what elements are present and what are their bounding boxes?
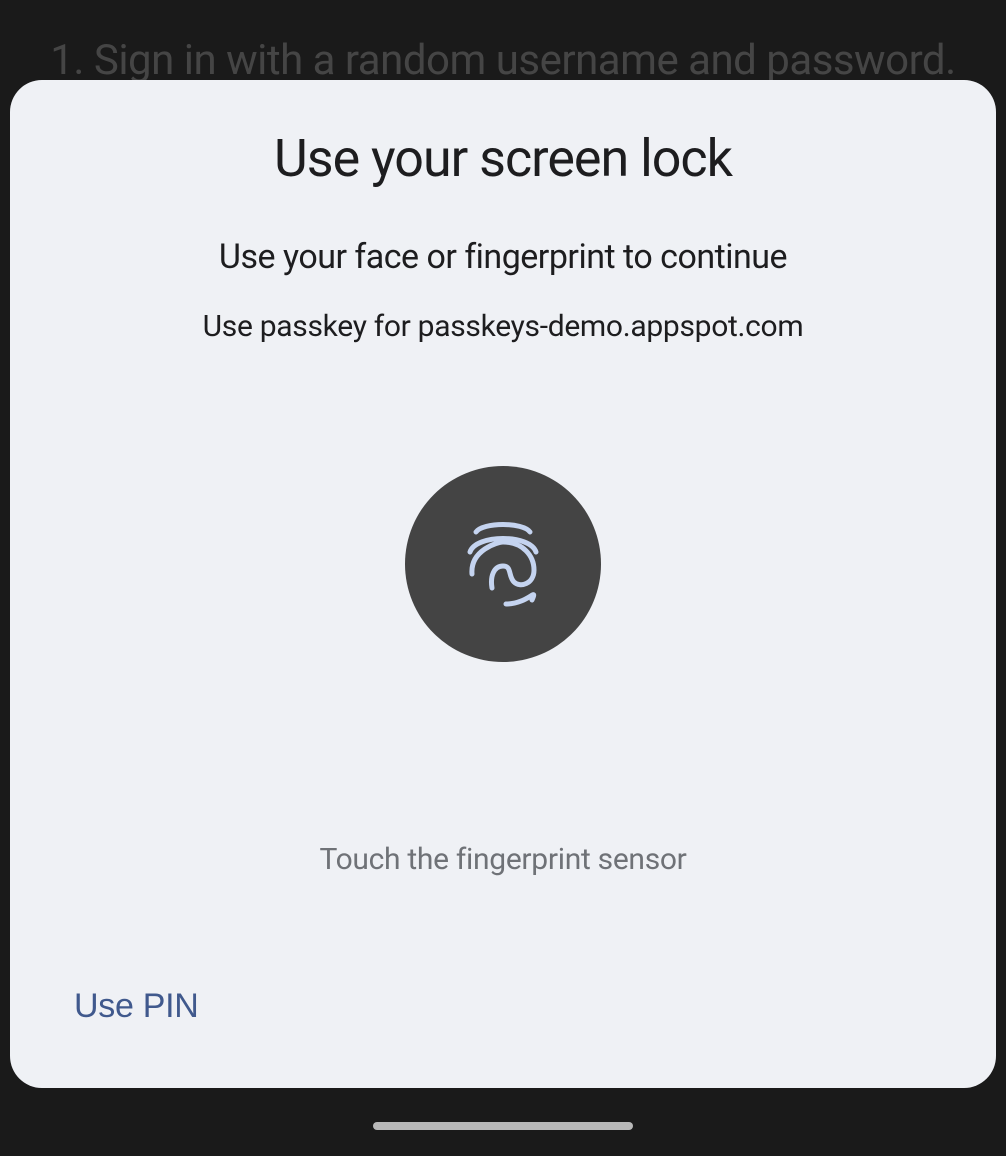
use-pin-button[interactable]: Use PIN bbox=[74, 987, 199, 1026]
dialog-context: Use passkey for passkeys-demo.appspot.co… bbox=[10, 309, 996, 344]
dialog-title: Use your screen lock bbox=[10, 128, 996, 189]
biometric-dialog: Use your screen lock Use your face or fi… bbox=[10, 80, 996, 1088]
nav-handle[interactable] bbox=[373, 1122, 633, 1130]
background-page-text: 1. Sign in with a random username and pa… bbox=[0, 36, 1006, 85]
fingerprint-sensor[interactable] bbox=[405, 466, 601, 662]
fingerprint-area: Touch the fingerprint sensor bbox=[10, 344, 996, 959]
dialog-actions: Use PIN bbox=[10, 959, 996, 1088]
dialog-subtitle: Use your face or fingerprint to continue bbox=[10, 237, 996, 277]
fingerprint-icon bbox=[458, 512, 548, 616]
sensor-hint-text: Touch the fingerprint sensor bbox=[319, 842, 686, 877]
navigation-bar bbox=[0, 1096, 1006, 1156]
